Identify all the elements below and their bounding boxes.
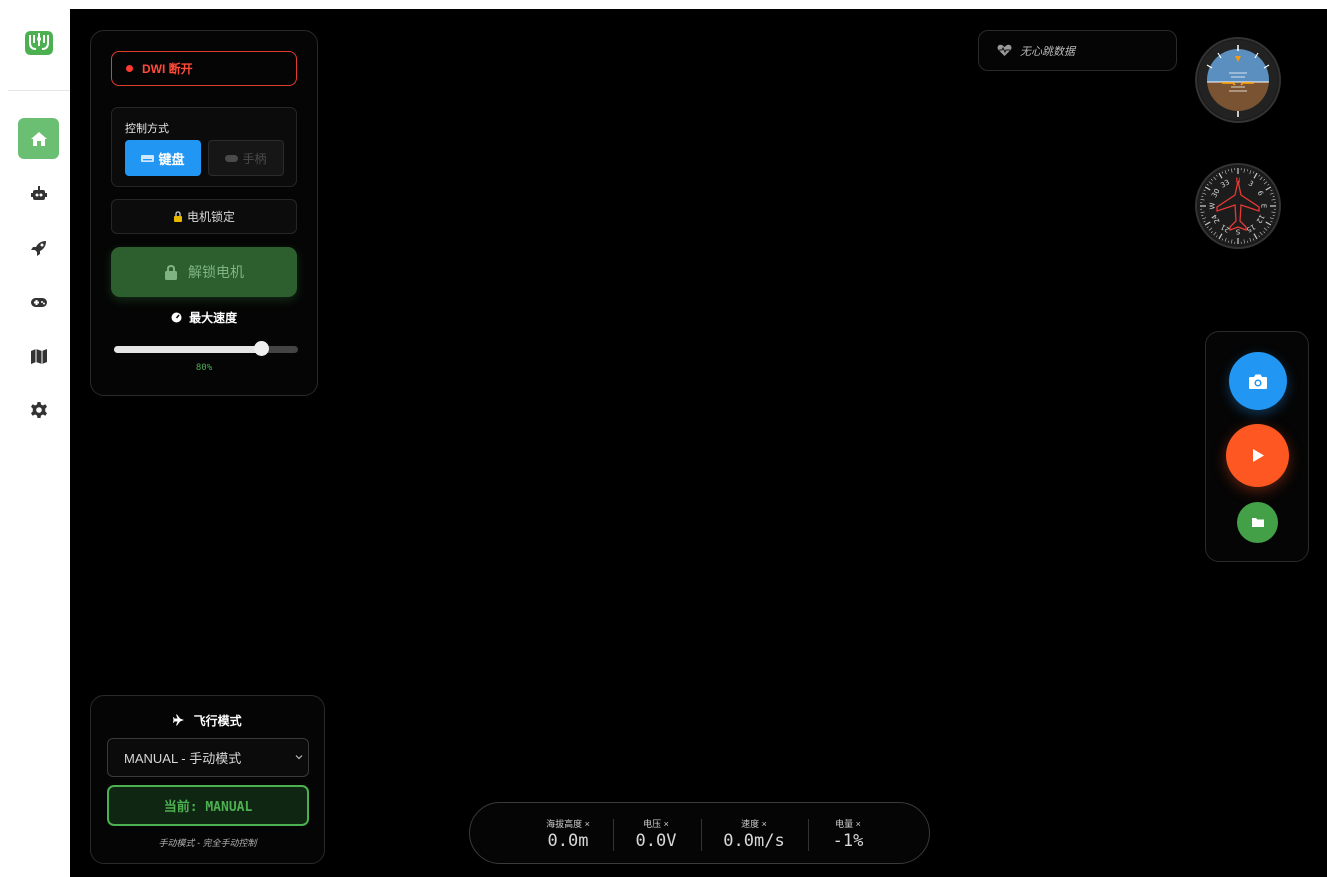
telemetry-divider	[701, 819, 702, 851]
control-mode-box: 控制方式 键盘 手柄	[111, 107, 297, 187]
flight-mode-description: 手动模式 - 完全手动控制	[158, 838, 257, 848]
sidebar-item-map[interactable]	[18, 335, 59, 376]
flight-mode-title: 飞行模式	[91, 712, 324, 729]
slider-thumb[interactable]	[253, 341, 269, 356]
airplane-icon	[173, 714, 185, 726]
telemetry-speed: 速度 × 0.0m/s	[710, 817, 798, 851]
telemetry-altitude: 海拔高度 × 0.0m	[524, 817, 612, 851]
gamepad-button[interactable]: 手柄	[208, 140, 284, 176]
camera-button[interactable]	[1229, 352, 1287, 410]
connection-status: DWI 断开	[111, 51, 297, 86]
compass-label: E	[1260, 204, 1268, 208]
status-dot	[126, 65, 133, 72]
flight-mode-selected: MANUAL - 手动模式	[124, 751, 242, 766]
heartbeat-status: 无心跳数据	[978, 30, 1177, 71]
compass-icon: N 3 6 E 12 15 S 21 24 W 30 33	[1195, 163, 1281, 249]
motor-lock-label: 电机锁定	[186, 210, 235, 224]
max-speed-slider[interactable]	[114, 341, 298, 356]
telemetry-voltage: 电压 × 0.0V	[623, 817, 689, 851]
record-button[interactable]	[1226, 424, 1289, 487]
flight-mode-panel: 飞行模式 MANUAL - 手动模式 当前: MANUAL 手动模式 - 完全手…	[90, 695, 325, 864]
telemetry-value: 0.0m/s	[723, 831, 785, 851]
max-speed-label: 最大速度	[189, 311, 238, 325]
gamepad-icon	[225, 154, 239, 162]
speedometer-icon	[171, 312, 182, 323]
telemetry-battery: 电量 × -1%	[815, 817, 881, 851]
files-button[interactable]	[1237, 502, 1278, 543]
max-speed-value: 80%	[195, 363, 213, 373]
media-controls	[1205, 331, 1309, 562]
home-icon	[30, 131, 47, 146]
circuit-logo-icon[interactable]	[22, 26, 56, 60]
sidebar	[0, 0, 70, 877]
unlock-motor-label: 解锁电机	[188, 264, 244, 280]
lock-icon	[165, 264, 177, 280]
telemetry-bar: 海拔高度 × 0.0m 电压 × 0.0V 速度 × 0.0m/s 电量 × -…	[469, 802, 930, 864]
flight-mode-select[interactable]: MANUAL - 手动模式	[107, 738, 309, 777]
robot-icon	[30, 185, 47, 200]
sidebar-divider	[8, 90, 70, 91]
motor-lock-status: 电机锁定	[111, 199, 297, 234]
telemetry-label: 海拔高度 ×	[546, 819, 590, 829]
keyboard-icon	[141, 154, 155, 162]
connection-status-label: DWI 断开	[142, 62, 193, 76]
gear-icon	[30, 401, 47, 418]
telemetry-divider	[808, 819, 809, 851]
map-icon	[30, 348, 47, 364]
unlock-motor-button[interactable]: 解锁电机	[111, 247, 297, 297]
attitude-indicator-icon	[1195, 37, 1281, 123]
control-panel: DWI 断开 控制方式 键盘 手柄 电机锁定 解锁电机 最大速度 80%	[90, 30, 318, 396]
lock-icon	[173, 211, 182, 222]
keyboard-button[interactable]: 键盘	[125, 140, 201, 176]
sidebar-item-settings[interactable]	[18, 389, 59, 430]
sidebar-item-gamepad[interactable]	[18, 281, 59, 322]
chevron-down-icon	[295, 755, 303, 760]
telemetry-divider	[613, 819, 614, 851]
heartbeat-label: 无心跳数据	[1020, 45, 1075, 58]
current-mode-badge: 当前: MANUAL	[107, 785, 309, 826]
slider-fill	[114, 346, 262, 353]
telemetry-value: 0.0V	[635, 831, 677, 851]
camera-icon	[1249, 374, 1267, 389]
gamepad-label: 手柄	[242, 151, 267, 166]
telemetry-label: 电压 ×	[643, 819, 669, 829]
top-strip	[0, 0, 1327, 9]
play-icon	[1252, 449, 1264, 462]
control-mode-title: 控制方式	[125, 123, 169, 135]
telemetry-value: -1%	[832, 831, 864, 851]
telemetry-label: 电量 ×	[835, 819, 861, 829]
rocket-icon	[30, 240, 46, 256]
telemetry-label: 速度 ×	[741, 819, 767, 829]
sidebar-item-robot[interactable]	[18, 173, 59, 214]
compass-label: S	[1235, 228, 1240, 236]
sidebar-item-home[interactable]	[18, 118, 59, 159]
max-speed-title: 最大速度	[91, 309, 317, 326]
compass-label: W	[1209, 202, 1217, 209]
heart-pulse-icon	[997, 44, 1012, 56]
keyboard-label: 键盘	[158, 151, 185, 167]
folder-icon	[1251, 518, 1264, 527]
sidebar-item-rocket[interactable]	[18, 227, 59, 268]
telemetry-value: 0.0m	[547, 831, 589, 851]
flight-mode-label: 飞行模式	[193, 714, 242, 728]
gamepad-icon	[30, 297, 47, 307]
